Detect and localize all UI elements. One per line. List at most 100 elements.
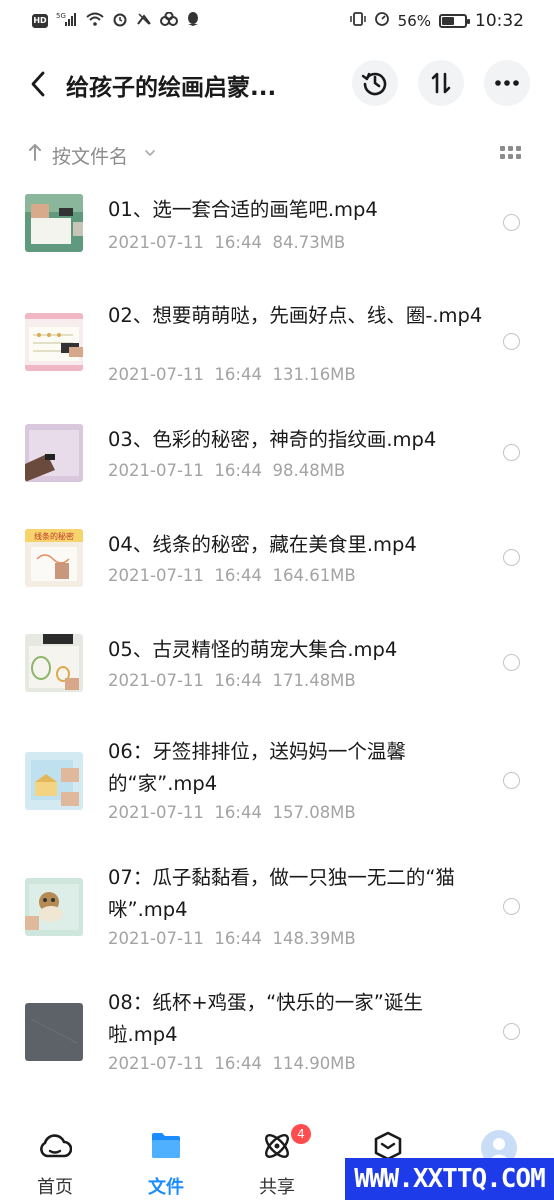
watermark: WWW.XXTTQ.COM bbox=[345, 1158, 554, 1200]
file-time: 16:44 bbox=[214, 929, 262, 948]
file-row[interactable]: 05、古灵精怪的萌宠大集合.mp4 2021-07-11 16:44 171.4… bbox=[0, 630, 554, 712]
file-date: 2021-07-11 bbox=[108, 1054, 204, 1073]
file-name: 03、色彩的秘密，神奇的指纹画.mp4 bbox=[108, 428, 437, 451]
video-thumbnail bbox=[25, 424, 83, 482]
more-dots-icon bbox=[495, 80, 519, 86]
video-thumbnail bbox=[25, 313, 83, 371]
nav-item-files[interactable]: 文件 bbox=[116, 1110, 216, 1200]
no-signal-icon bbox=[136, 12, 152, 30]
folder-icon bbox=[152, 1133, 180, 1158]
file-date: 2021-07-11 bbox=[108, 461, 204, 480]
nav-item-home[interactable]: 首页 bbox=[5, 1110, 105, 1200]
select-radio[interactable] bbox=[503, 549, 520, 566]
sort-arrows-icon bbox=[431, 72, 451, 94]
video-thumbnail bbox=[25, 634, 83, 692]
file-date: 2021-07-11 bbox=[108, 233, 204, 252]
file-size: 131.16MB bbox=[272, 365, 356, 384]
video-thumbnail bbox=[25, 878, 83, 936]
file-row[interactable]: 08：纸杯+鸡蛋，“快乐的一家”诞生啦.mp4 2021-07-11 16:44… bbox=[0, 987, 554, 1087]
more-button[interactable] bbox=[484, 60, 530, 106]
signal-icon: 5G bbox=[56, 11, 78, 31]
nav-item-share[interactable]: 4 共享 bbox=[227, 1110, 327, 1200]
file-meta: 2021-07-11 16:44 171.48MB bbox=[108, 671, 356, 690]
chevron-down-icon[interactable] bbox=[143, 145, 157, 164]
file-row[interactable]: 02、想要萌萌哒，先画好点、线、圈-.mp4 2021-07-11 16:44 … bbox=[0, 300, 554, 400]
file-size: 148.39MB bbox=[272, 929, 356, 948]
share-badge: 4 bbox=[291, 1124, 311, 1144]
select-radio[interactable] bbox=[503, 214, 520, 231]
video-thumbnail: 线条的秘密 bbox=[25, 529, 83, 587]
select-radio[interactable] bbox=[503, 333, 520, 350]
status-right: 56% 10:32 bbox=[349, 11, 524, 31]
file-meta: 2021-07-11 16:44 164.61MB bbox=[108, 566, 356, 585]
alarm-icon bbox=[112, 11, 128, 31]
app-notification-icon bbox=[160, 11, 178, 30]
file-date: 2021-07-11 bbox=[108, 365, 204, 384]
nav-label-home: 首页 bbox=[37, 1177, 73, 1198]
file-time: 16:44 bbox=[214, 1054, 262, 1073]
battery-fill bbox=[442, 17, 454, 25]
file-size: 157.08MB bbox=[272, 803, 356, 822]
status-left: HD 5G bbox=[32, 11, 200, 31]
grid-view-icon[interactable] bbox=[500, 146, 522, 164]
video-thumbnail bbox=[25, 194, 83, 252]
wifi-icon bbox=[86, 12, 104, 30]
file-date: 2021-07-11 bbox=[108, 566, 204, 585]
sort-row: 按文件名 bbox=[0, 136, 554, 172]
file-meta: 2021-07-11 16:44 148.39MB bbox=[108, 929, 356, 948]
select-radio[interactable] bbox=[503, 654, 520, 671]
file-name: 08：纸杯+鸡蛋，“快乐的一家”诞生啦.mp4 bbox=[108, 991, 423, 1046]
file-name: 01、选一套合适的画笔吧.mp4 bbox=[108, 198, 378, 221]
file-time: 16:44 bbox=[214, 671, 262, 690]
file-meta: 2021-07-11 16:44 157.08MB bbox=[108, 803, 356, 822]
file-meta: 2021-07-11 16:44 114.90MB bbox=[108, 1054, 356, 1073]
file-date: 2021-07-11 bbox=[108, 803, 204, 822]
status-time: 10:32 bbox=[475, 11, 524, 31]
file-size: 84.73MB bbox=[272, 233, 346, 252]
select-radio[interactable] bbox=[503, 772, 520, 789]
cloud-icon bbox=[40, 1134, 72, 1158]
select-radio[interactable] bbox=[503, 444, 520, 461]
sort-direction-icon[interactable] bbox=[28, 142, 42, 167]
file-row[interactable]: 线条的秘密 04、线条的秘密，藏在美食里.mp4 2021-07-11 16:4… bbox=[0, 525, 554, 607]
file-time: 16:44 bbox=[214, 566, 262, 585]
speedometer-icon bbox=[374, 11, 390, 31]
file-name: 02、想要萌萌哒，先画好点、线、圈-.mp4 bbox=[108, 304, 483, 327]
file-row[interactable]: 06：牙签排排位，送妈妈一个温馨的“家”.mp4 2021-07-11 16:4… bbox=[0, 736, 554, 836]
file-name: 05、古灵精怪的萌宠大集合.mp4 bbox=[108, 638, 398, 661]
hd-icon: HD bbox=[32, 14, 48, 28]
file-row[interactable]: 03、色彩的秘密，神奇的指纹画.mp4 2021-07-11 16:44 98.… bbox=[0, 420, 554, 502]
file-name: 06：牙签排排位，送妈妈一个温馨的“家”.mp4 bbox=[108, 740, 406, 795]
select-radio[interactable] bbox=[503, 1023, 520, 1040]
sort-label[interactable]: 按文件名 bbox=[52, 142, 128, 169]
svg-text:线条的秘密: 线条的秘密 bbox=[34, 531, 74, 541]
header: 给孩子的绘画启蒙... bbox=[0, 52, 554, 116]
sort-order-button[interactable] bbox=[418, 60, 464, 106]
qq-icon bbox=[186, 11, 200, 31]
file-time: 16:44 bbox=[214, 461, 262, 480]
video-thumbnail bbox=[25, 1003, 83, 1061]
file-date: 2021-07-11 bbox=[108, 671, 204, 690]
file-name: 07：瓜子黏黏看，做一只独一无二的“猫咪”.mp4 bbox=[108, 866, 455, 921]
page-title: 给孩子的绘画启蒙... bbox=[66, 75, 277, 101]
select-radio[interactable] bbox=[503, 898, 520, 915]
nav-label-files: 文件 bbox=[148, 1177, 184, 1198]
back-button[interactable] bbox=[22, 66, 54, 102]
svg-text:5G: 5G bbox=[56, 12, 66, 20]
file-name: 04、线条的秘密，藏在美食里.mp4 bbox=[108, 533, 417, 556]
battery-icon bbox=[439, 14, 470, 28]
file-date: 2021-07-11 bbox=[108, 929, 204, 948]
battery-percent: 56% bbox=[397, 12, 431, 30]
file-meta: 2021-07-11 16:44 84.73MB bbox=[108, 233, 345, 252]
file-row[interactable]: 01、选一套合适的画笔吧.mp4 2021-07-11 16:44 84.73M… bbox=[0, 190, 554, 272]
file-meta: 2021-07-11 16:44 98.48MB bbox=[108, 461, 345, 480]
history-button[interactable] bbox=[352, 60, 398, 106]
status-bar: HD 5G 56% 10:32 bbox=[0, 0, 554, 42]
vibrate-icon bbox=[349, 11, 366, 31]
history-icon bbox=[361, 72, 387, 96]
chevron-left-icon bbox=[31, 71, 45, 97]
file-row[interactable]: 07：瓜子黏黏看，做一只独一无二的“猫咪”.mp4 2021-07-11 16:… bbox=[0, 862, 554, 962]
file-time: 16:44 bbox=[214, 803, 262, 822]
video-thumbnail bbox=[25, 752, 83, 810]
nav-label-share: 共享 bbox=[259, 1177, 295, 1198]
